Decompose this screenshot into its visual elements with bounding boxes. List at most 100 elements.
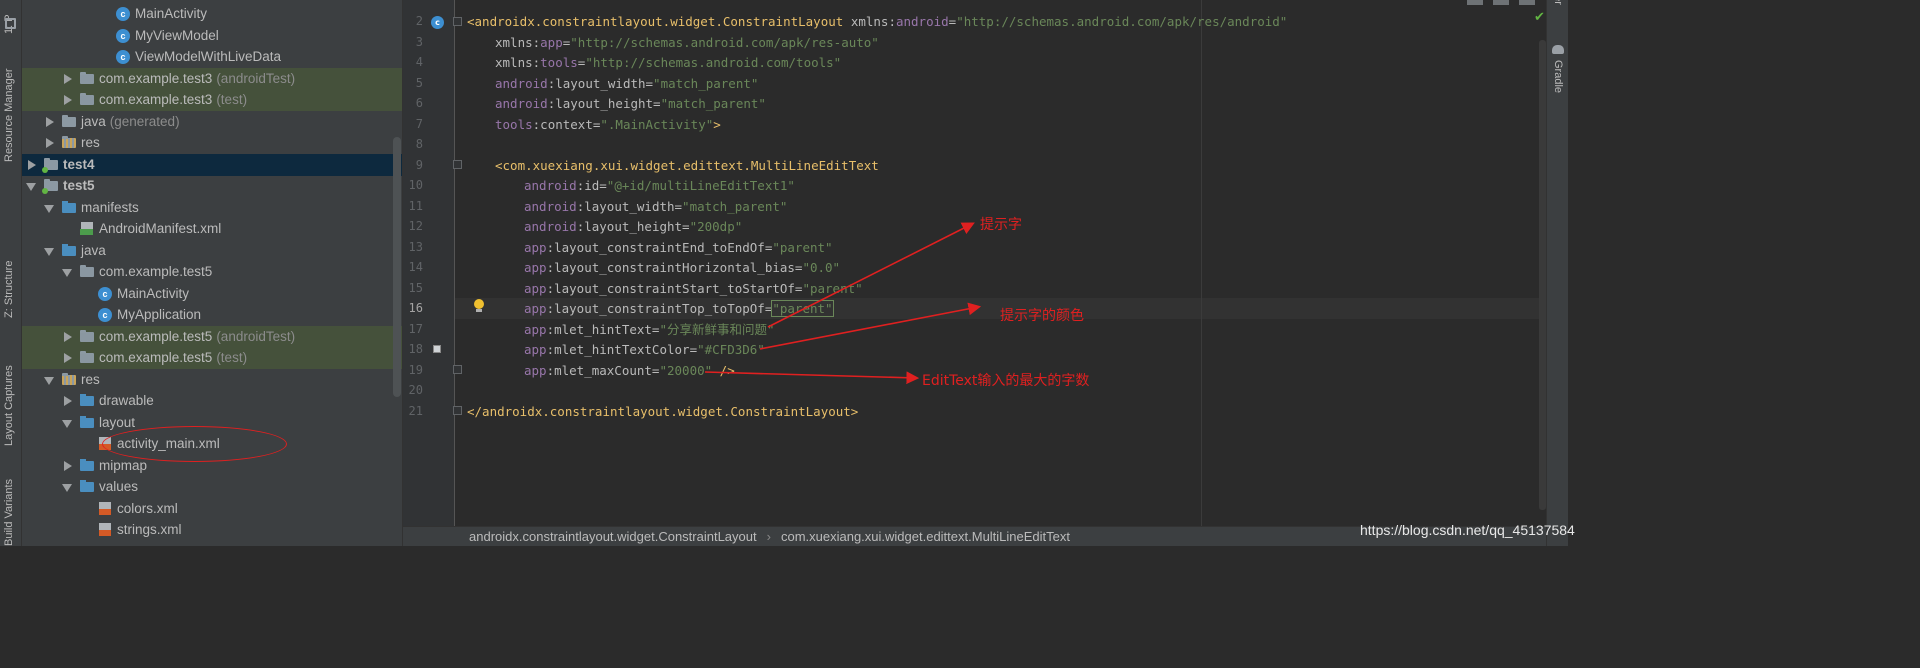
tree-row[interactable]: values (22, 476, 402, 498)
tree-scrollbar[interactable] (393, 137, 401, 397)
module-icon (42, 179, 58, 195)
package-icon (80, 265, 94, 278)
resource-manager-tab[interactable]: Resource Manager (3, 68, 15, 162)
chevron-right-icon[interactable] (62, 395, 72, 406)
line-number: 12 (408, 219, 423, 233)
chevron-down-icon[interactable] (62, 418, 72, 428)
folder-icon (80, 394, 94, 407)
tree-row[interactable]: com.example.test5 (22, 261, 402, 283)
tree-row[interactable]: drawable (22, 390, 402, 412)
tree-row[interactable]: com.example.test3 (androidTest) (22, 68, 402, 90)
code-editor[interactable]: c 2 3 4 5 6 7 8 9 10 11 12 13 14 15 16 17 18 19 20 21 <andr… (402, 0, 1547, 546)
tree-row-suffix: (generated) (109, 114, 180, 130)
lightbulb-icon[interactable] (473, 299, 485, 313)
fold-marker[interactable] (453, 406, 462, 415)
structure-tab[interactable]: Z: Structure (3, 261, 15, 318)
tree-row[interactable]: c MainActivity (22, 3, 402, 25)
tree-row[interactable]: res (22, 369, 402, 391)
tree-row[interactable]: res (22, 132, 402, 154)
right-tool-strip: rser Gradle (1546, 0, 1568, 546)
left-tool-strip: 1: P Resource Manager Z: Structure Layou… (0, 0, 22, 546)
chevron-right-icon[interactable] (62, 352, 72, 363)
chevron-down-icon[interactable] (26, 181, 36, 191)
package-icon (80, 72, 94, 85)
breadcrumb-item[interactable]: com.xuexiang.xui.widget.edittext.MultiLi… (781, 529, 1070, 544)
code-line-11: android:layout_width="match_parent" (524, 199, 788, 214)
chevron-right-icon[interactable] (26, 159, 36, 170)
chevron-right-icon[interactable] (44, 137, 54, 148)
tree-row[interactable]: manifests (22, 197, 402, 219)
fold-marker[interactable] (453, 160, 462, 169)
generated-folder-icon (62, 115, 76, 128)
code-line-3: xmlns:app="http://schemas.android.com/ap… (495, 35, 879, 50)
tree-row-label: MainActivity (117, 286, 190, 302)
tree-row-label: test4 (63, 157, 95, 173)
tree-row[interactable]: com.example.test5 (androidTest) (22, 326, 402, 348)
class-icon: c (98, 307, 112, 322)
annotation-hint-text: 提示字 (980, 217, 1022, 233)
tree-row-label: java (81, 243, 106, 259)
chevron-right-icon[interactable] (62, 73, 72, 84)
chevron-right-icon[interactable] (62, 331, 72, 342)
code-line-9: <com.xuexiang.xui.widget.edittext.MultiL… (495, 158, 879, 173)
tree-row[interactable]: AndroidManifest.xml (22, 218, 402, 240)
tree-row[interactable]: com.example.test3 (test) (22, 89, 402, 111)
tree-row-label: res (81, 372, 100, 388)
tree-row-label: res (81, 135, 100, 151)
code-line-18: app:mlet_hintTextColor="#CFD3D6" (524, 342, 765, 357)
package-icon (80, 93, 94, 106)
tree-row-label: strings.xml (117, 522, 182, 538)
tree-row[interactable]: com.example.test5 (test) (22, 347, 402, 369)
tree-row[interactable]: c MyViewModel (22, 25, 402, 47)
right-tab-partial[interactable]: rser (1552, 0, 1564, 5)
tree-row[interactable]: java (22, 240, 402, 262)
line-number: 21 (408, 403, 423, 418)
chevron-down-icon[interactable] (44, 246, 54, 256)
tree-row[interactable]: c MainActivity (22, 283, 402, 305)
class-icon: c (116, 6, 130, 21)
fold-marker[interactable] (453, 365, 462, 374)
layout-captures-tab[interactable]: Layout Captures (3, 365, 15, 446)
tree-row-label: java (81, 114, 106, 130)
module-icon (42, 158, 58, 174)
right-margin-guide (1201, 0, 1202, 526)
build-variants-tab[interactable]: Build Variants (3, 479, 15, 546)
class-icon: c (116, 49, 130, 64)
tree-row[interactable]: test5 (22, 175, 402, 197)
annotation-ellipse (102, 426, 287, 462)
gradle-icon (1552, 45, 1564, 54)
tree-row-label: com.example.test5 (99, 350, 213, 366)
line-number: 8 (415, 137, 423, 151)
tree-row-label: com.example.test3 (99, 92, 213, 108)
tree-row-label: MainActivity (135, 6, 208, 22)
chevron-right-icon[interactable] (62, 94, 72, 105)
line-number: 2 (415, 14, 423, 28)
chevron-down-icon[interactable] (62, 482, 72, 492)
tree-row[interactable]: java (generated) (22, 111, 402, 133)
tree-row[interactable]: c ViewModelWithLiveData (22, 46, 402, 68)
tree-row[interactable]: c MyApplication (22, 304, 402, 326)
gradle-tab[interactable]: Gradle (1552, 60, 1564, 93)
chevron-down-icon[interactable] (44, 375, 54, 385)
inspection-ok-icon[interactable]: ✔ (1534, 10, 1545, 25)
line-number: 5 (415, 75, 423, 90)
tree-row[interactable]: strings.xml (22, 519, 402, 541)
tree-row-label: values (99, 479, 139, 495)
chevron-down-icon[interactable] (44, 203, 54, 213)
breadcrumb-item[interactable]: androidx.constraintlayout.widget.Constra… (469, 529, 757, 544)
line-number: 18 (408, 342, 423, 356)
chevron-right-icon[interactable] (62, 460, 72, 471)
code-line-14: app:layout_constraintHorizontal_bias="0.… (524, 260, 841, 275)
chevron-down-icon[interactable] (62, 267, 72, 277)
chevron-right-icon[interactable] (44, 116, 54, 127)
fold-marker[interactable] (453, 17, 462, 26)
tree-row[interactable]: test4 (22, 154, 402, 176)
package-icon (80, 330, 94, 343)
color-swatch-icon[interactable] (433, 345, 441, 353)
tree-row-label: manifests (81, 200, 139, 216)
tree-row-label: com.example.test5 (99, 264, 213, 280)
class-gutter-icon[interactable]: c (431, 16, 444, 29)
tree-row[interactable]: colors.xml (22, 498, 402, 520)
editor-scrollbar[interactable] (1539, 40, 1546, 510)
editor-mode-buttons[interactable] (1467, 0, 1537, 8)
